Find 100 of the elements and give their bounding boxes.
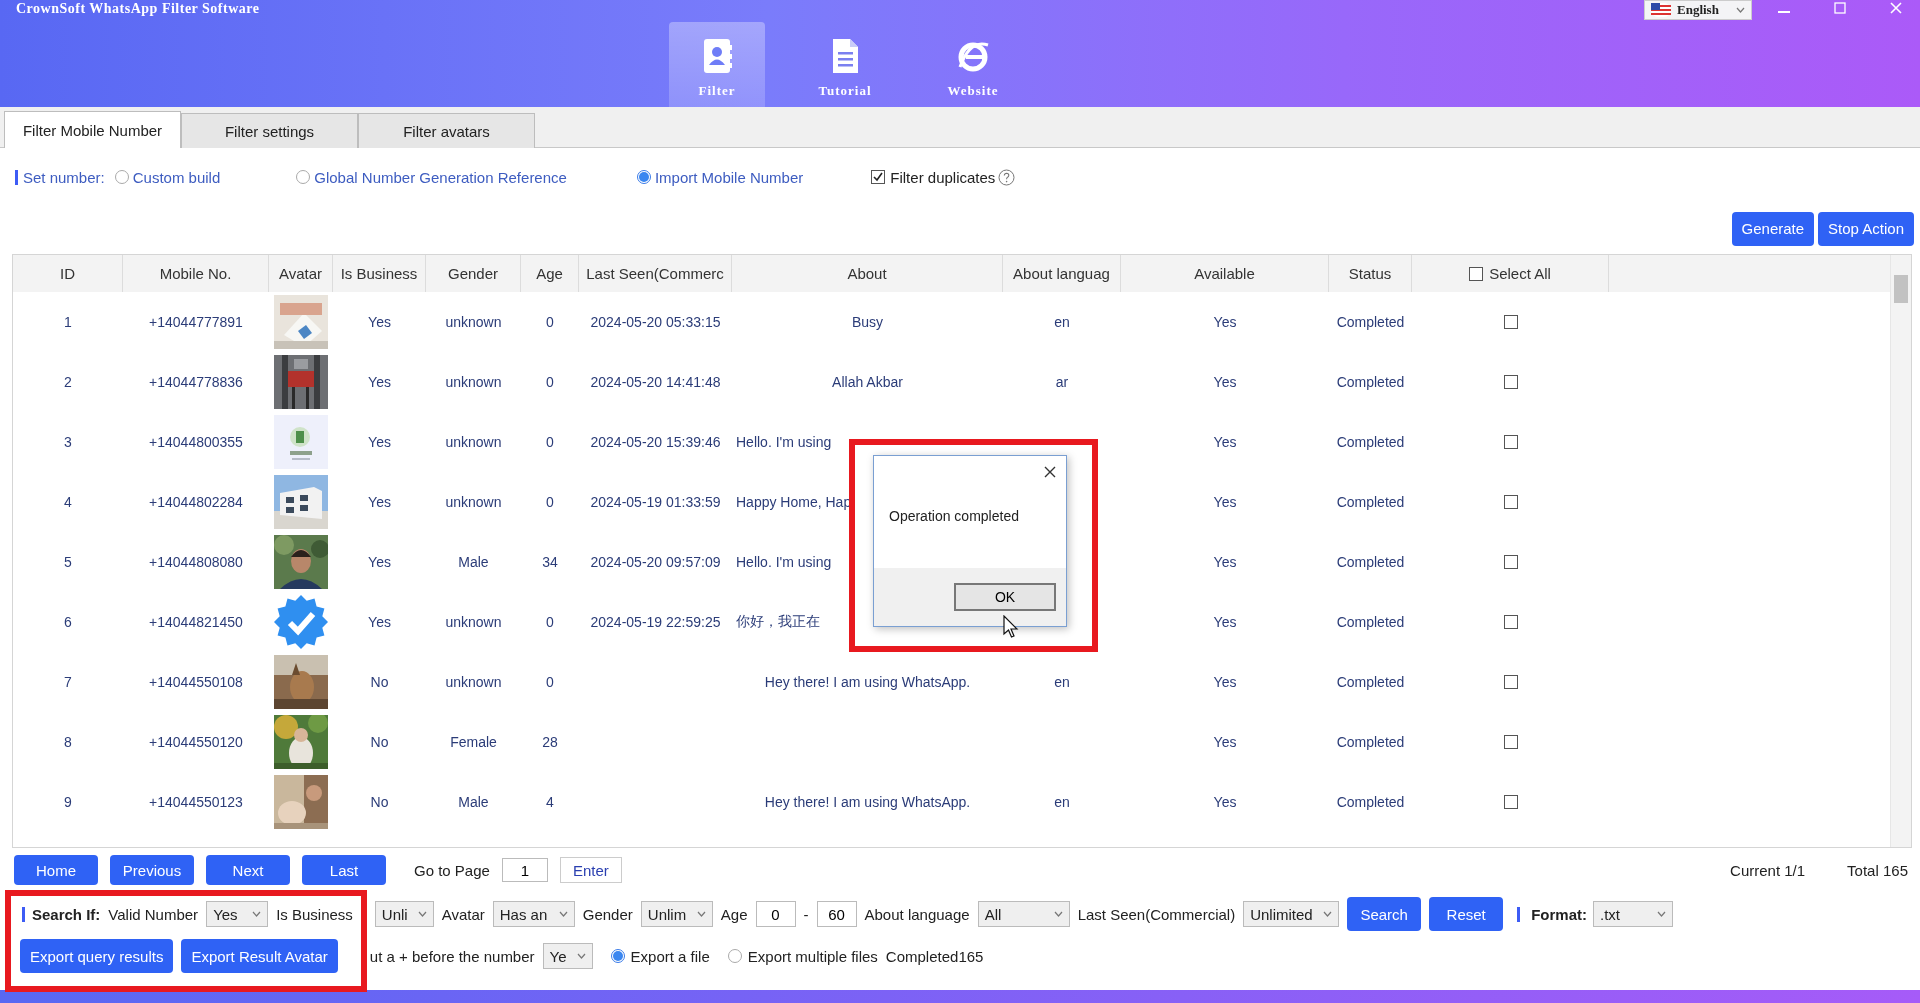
checkbox[interactable]	[1503, 735, 1518, 749]
radio-option[interactable]: Global Number Generation Reference	[296, 168, 567, 186]
checkbox[interactable]	[1503, 675, 1518, 689]
dropdown[interactable]: Has an	[492, 901, 575, 927]
dropdown[interactable]: Unli	[374, 901, 434, 927]
table-cell: Hey there! I am using WhatsApp.	[764, 794, 971, 810]
table-cell: 3	[64, 434, 72, 450]
table-cell: Yes	[1213, 734, 1237, 750]
close-button[interactable]	[1042, 464, 1058, 480]
checkbox[interactable]	[1503, 615, 1518, 629]
language-value: English	[1677, 2, 1719, 18]
page-input[interactable]: 1	[501, 858, 548, 882]
table-cell: 0	[546, 374, 554, 390]
scrollbar[interactable]	[1890, 255, 1911, 847]
caret-icon	[252, 911, 262, 917]
checkbox[interactable]	[1503, 375, 1518, 389]
table-cell: Busy	[851, 314, 884, 330]
go-to-page-label: Go to Page	[414, 861, 490, 879]
caret-icon	[558, 911, 568, 917]
table-cell: en	[1054, 314, 1070, 330]
radio-option[interactable]: Export a file	[610, 947, 710, 965]
table-cell: 7	[64, 674, 72, 690]
column-header: Age	[521, 255, 579, 292]
radio-option[interactable]: Custom build	[114, 168, 221, 186]
dropdown[interactable]: All	[977, 901, 1070, 927]
table-cell: en	[1054, 794, 1070, 810]
filter-label: Gender	[582, 905, 633, 923]
column-header: Mobile No.	[123, 255, 269, 292]
table-cell: Hello. I'm using	[736, 434, 832, 450]
filter-label: About language	[864, 905, 970, 923]
table-cell: +14044808080	[149, 554, 243, 570]
dropdown[interactable]: Ye	[542, 943, 593, 969]
table-cell: 28	[542, 734, 558, 750]
maximize-icon	[1833, 1, 1847, 15]
nav-button[interactable]: Website	[925, 22, 1021, 107]
table-cell: 8	[64, 734, 72, 750]
dropdown[interactable]: Unlimited	[1243, 901, 1340, 927]
checkbox[interactable]	[1503, 555, 1518, 569]
page-button[interactable]: Home	[14, 855, 98, 885]
table-cell: Yes	[368, 434, 391, 450]
format-label: Format:	[1531, 905, 1588, 923]
table-cell: 2024-05-19 01:33:59	[590, 494, 721, 510]
table-cell: +14044550108	[149, 674, 243, 690]
search-label: Search If:	[32, 905, 101, 923]
table-cell: Completed	[1336, 554, 1405, 570]
tab[interactable]: Filter settings	[181, 113, 358, 148]
table-cell: Yes	[1213, 614, 1237, 630]
checkbox[interactable]	[1469, 266, 1484, 281]
filter-label: Age	[720, 905, 748, 923]
page-button[interactable]: Last	[302, 855, 386, 885]
table-cell: Hey there! I am using WhatsApp.	[764, 674, 971, 690]
table-cell: 0	[546, 494, 554, 510]
radio-option[interactable]: Import Mobile Number	[636, 168, 804, 186]
table-cell: +14044821450	[149, 614, 243, 630]
dropdown[interactable]: .txt	[1593, 901, 1674, 927]
age-input[interactable]: 60	[816, 901, 857, 927]
export-button[interactable]: Export query results	[20, 939, 174, 973]
ok-button[interactable]: OK	[954, 583, 1056, 611]
table-cell: Completed	[1336, 734, 1405, 750]
checkbox[interactable]	[1503, 495, 1518, 509]
search-button[interactable]: Reset	[1429, 897, 1504, 931]
language-select[interactable]: English	[1644, 0, 1752, 20]
search-button[interactable]: Search	[1347, 897, 1422, 931]
column-header: Select All	[1489, 265, 1551, 282]
table-cell: Completed	[1336, 674, 1405, 690]
table-cell: unknown	[445, 314, 502, 330]
enter-button[interactable]: Enter	[559, 857, 622, 883]
column-header: ID	[13, 255, 123, 292]
radio-option[interactable]: Export multiple files	[727, 947, 878, 965]
tab[interactable]: Filter Mobile Number	[4, 111, 181, 148]
table-cell: Yes	[1213, 314, 1237, 330]
page-button[interactable]: Next	[206, 855, 290, 885]
checkbox[interactable]	[1503, 795, 1518, 809]
tab[interactable]: Filter avatars	[358, 113, 535, 148]
checkbox[interactable]	[1503, 435, 1518, 449]
action-button[interactable]: Stop Action	[1818, 211, 1914, 246]
table-cell: Completed	[1336, 494, 1405, 510]
export-button[interactable]: Export Result Avatar	[181, 939, 338, 973]
table-cell: Yes	[368, 374, 391, 390]
column-header: Last Seen(Commerc	[579, 255, 732, 292]
checkbox[interactable]	[871, 170, 886, 184]
table-cell: unknown	[445, 434, 502, 450]
filter-label: Last Seen(Commercial)	[1077, 905, 1236, 923]
checkbox[interactable]	[1503, 315, 1518, 329]
table-cell: Completed	[1336, 614, 1405, 630]
dropdown[interactable]: Unlim	[640, 901, 713, 927]
app-title: CrownSoft WhatsApp Filter Software	[16, 1, 260, 17]
caret-icon	[696, 911, 706, 917]
table-cell: 6	[64, 614, 72, 630]
minimize-icon	[1778, 11, 1790, 13]
age-input[interactable]: 0	[755, 901, 796, 927]
action-button[interactable]: Generate	[1731, 211, 1815, 246]
table-cell: unknown	[445, 614, 502, 630]
table-cell: 2	[64, 374, 72, 390]
caret-icon	[576, 953, 586, 959]
column-header: Avatar	[269, 255, 333, 292]
table-cell: Yes	[368, 314, 391, 330]
page-button[interactable]: Previous	[110, 855, 194, 885]
dropdown[interactable]: Yes	[206, 901, 269, 927]
total-count: Total 165	[1847, 861, 1908, 879]
